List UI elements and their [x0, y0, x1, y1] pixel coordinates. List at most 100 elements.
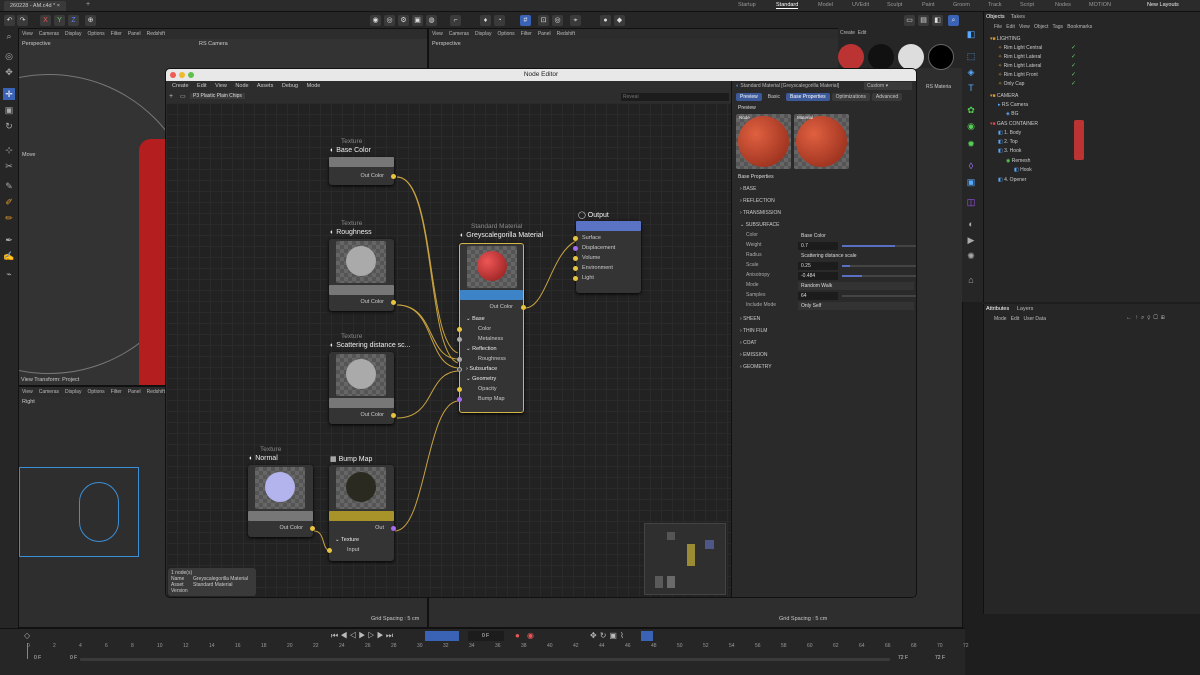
- list-item[interactable]: ◧ 2. Top: [984, 138, 1200, 147]
- menu-create[interactable]: Create: [172, 83, 189, 89]
- menu-edit[interactable]: Edit: [1011, 316, 1020, 322]
- close-icon[interactable]: [170, 72, 176, 78]
- tab-objects[interactable]: Objects: [986, 14, 1005, 20]
- menu-display[interactable]: Display: [65, 31, 81, 37]
- list-item[interactable]: ▾■ LIGHTING: [984, 35, 1200, 44]
- menu-options[interactable]: Options: [87, 389, 104, 395]
- rotate-tool-icon[interactable]: ↻: [3, 120, 15, 132]
- menu-bookmarks[interactable]: Bookmarks: [1067, 24, 1092, 30]
- menu-mode[interactable]: Mode: [994, 316, 1007, 322]
- group-geometry[interactable]: › GEOMETRY: [740, 364, 772, 370]
- text-icon[interactable]: T: [965, 82, 977, 94]
- input-port[interactable]: [573, 276, 578, 281]
- material-tags[interactable]: [1074, 120, 1084, 160]
- node-canvas[interactable]: Texture ◐ Base Color Out Color Texture ◐…: [166, 103, 731, 597]
- autokey-icon[interactable]: ◉: [527, 631, 539, 641]
- prop-value[interactable]: 64: [798, 292, 838, 300]
- folder-icon[interactable]: ▭: [180, 93, 186, 100]
- tab-preview[interactable]: Preview: [736, 93, 762, 101]
- prop-weight[interactable]: Weight 0.7: [738, 242, 916, 251]
- loop-toggles[interactable]: [425, 631, 459, 641]
- output-port[interactable]: [391, 413, 396, 418]
- breadcrumb[interactable]: P3 Plastic Plain Chips: [190, 93, 245, 99]
- menu-filter[interactable]: Filter: [111, 389, 122, 395]
- anisotropy-slider[interactable]: [842, 275, 916, 277]
- grid-snap-icon[interactable]: #: [520, 15, 531, 26]
- menu-options[interactable]: Options: [497, 31, 514, 37]
- menu-panel[interactable]: Panel: [128, 31, 141, 37]
- field-icon[interactable]: ◫: [965, 196, 977, 208]
- menu-redshift[interactable]: Redshift: [557, 31, 575, 37]
- shading-icon[interactable]: ◍: [426, 15, 437, 26]
- select-icon[interactable]: ◎: [3, 50, 15, 62]
- menu-view[interactable]: View: [215, 83, 227, 89]
- layout-standard[interactable]: Standard: [776, 2, 799, 9]
- material-thumb[interactable]: [838, 44, 864, 70]
- menu-cameras[interactable]: Cameras: [39, 31, 59, 37]
- output-port[interactable]: [391, 174, 396, 179]
- list-item[interactable]: ◧ 3. Hook: [984, 147, 1200, 156]
- picture-viewer-icon[interactable]: ▤: [918, 15, 929, 26]
- effector-icon[interactable]: ✹: [965, 138, 977, 150]
- input-port[interactable]: [573, 256, 578, 261]
- menu-debug[interactable]: Debug: [282, 83, 298, 89]
- group-coat[interactable]: › COAT: [740, 340, 757, 346]
- prop-mode[interactable]: Mode Random Walk: [738, 282, 916, 291]
- cube-icon[interactable]: ◧: [965, 28, 977, 40]
- add-node-icon[interactable]: +: [169, 93, 173, 100]
- input-group[interactable]: ⌄ Base: [466, 316, 485, 322]
- menu-redshift[interactable]: Redshift: [147, 31, 165, 37]
- menu-filter[interactable]: Filter: [111, 31, 122, 37]
- group-subsurface[interactable]: ⌄ SUBSURFACE: [740, 222, 780, 228]
- minimize-icon[interactable]: [179, 72, 185, 78]
- group-thin-film[interactable]: › THIN FILM: [740, 328, 767, 334]
- input-port[interactable]: [457, 337, 462, 342]
- spline-icon[interactable]: ⌐: [450, 15, 461, 26]
- prop-samples[interactable]: Samples 64: [738, 292, 916, 301]
- tag-icon[interactable]: ⌂: [965, 274, 977, 286]
- camera-tool-icon[interactable]: ♦: [480, 15, 491, 26]
- tab-basic[interactable]: Basic: [764, 93, 784, 101]
- menu-redshift[interactable]: Redshift: [147, 389, 165, 395]
- group-base[interactable]: › BASE: [740, 186, 756, 192]
- x-axis-button[interactable]: X: [40, 15, 51, 26]
- group-transmission[interactable]: › TRANSMISSION: [740, 210, 781, 216]
- prop-scale[interactable]: Scale 0.25: [738, 262, 916, 271]
- prop-value[interactable]: -0.484: [798, 272, 838, 280]
- environment-icon[interactable]: ◐: [965, 218, 977, 230]
- output-port[interactable]: [391, 526, 396, 531]
- new-layouts-button[interactable]: New Layouts: [1147, 2, 1179, 8]
- list-item[interactable]: ▾■ GAS CONTAINER: [984, 120, 1200, 129]
- prop-anisotropy[interactable]: Anisotropy -0.484: [738, 272, 916, 281]
- layout-groom[interactable]: Groom: [953, 2, 970, 8]
- weight-tool-icon[interactable]: ✍: [3, 250, 15, 262]
- bump-map-node[interactable]: Out ⌄ Texture Input: [327, 465, 396, 561]
- scale-tool-icon[interactable]: ▣: [3, 104, 15, 116]
- input-port[interactable]: [457, 357, 462, 362]
- timeline[interactable]: ◇ 0 2 4 6 8 10 12 14 16 18 20 22 24 26 28 30 32 34 36 38 40 4…: [0, 628, 969, 675]
- menu-cameras[interactable]: Cameras: [39, 389, 59, 395]
- material-thumb[interactable]: [898, 44, 924, 70]
- layout-startup[interactable]: Startup: [738, 2, 756, 8]
- z-axis-button[interactable]: Z: [68, 15, 79, 26]
- menu-view[interactable]: View: [22, 31, 33, 37]
- menu-display[interactable]: Display: [475, 31, 491, 37]
- layout-motion[interactable]: MOTION: [1089, 2, 1111, 8]
- record-icon[interactable]: ●: [515, 631, 527, 641]
- texture-node-scattering[interactable]: Out Color: [329, 352, 396, 424]
- layout-model[interactable]: Model: [818, 2, 833, 8]
- camera-icon[interactable]: ▶: [965, 234, 977, 246]
- menu-panel[interactable]: Panel: [538, 31, 551, 37]
- record-icon[interactable]: ●: [600, 15, 611, 26]
- menu-options[interactable]: Options: [87, 31, 104, 37]
- standard-material-node[interactable]: Out Color ⌄ Base Color Metalness ⌄ Refle…: [457, 243, 526, 413]
- output-node[interactable]: Surface Displacement Volume Environment …: [573, 221, 641, 293]
- texture-node-base-color[interactable]: Out Color: [329, 157, 396, 185]
- material-thumb[interactable]: [868, 44, 894, 70]
- prop-color[interactable]: Color Base Color: [738, 232, 916, 241]
- magnet-tool-icon[interactable]: ⌁: [3, 268, 15, 280]
- tab-optimizations[interactable]: Optimizations: [831, 93, 870, 101]
- sculpt-tool-icon[interactable]: ✏: [3, 212, 15, 224]
- visibility-checks[interactable]: ✓ ✓ ✓ ✓ ✓: [1071, 44, 1101, 104]
- cloner-icon[interactable]: ✿: [965, 104, 977, 116]
